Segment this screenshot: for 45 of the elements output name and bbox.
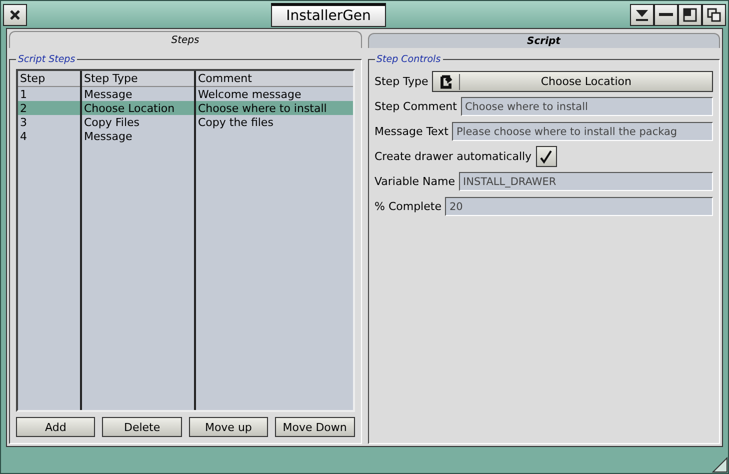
column-header: Step [18,71,81,86]
table-cell[interactable]: Copy Files [81,115,195,129]
table-cell[interactable]: Choose Location [81,101,195,115]
action-button[interactable]: Add [16,417,96,437]
action-button[interactable]: Delete [102,417,182,437]
close-button[interactable] [3,4,27,26]
minimize-icon [658,12,673,16]
step-type-cycle[interactable]: Choose Location [432,71,713,92]
input-field[interactable]: INSTALL_DRAWER [459,172,713,191]
field-label: % Complete [374,200,442,213]
tab[interactable]: Script [368,33,720,48]
action-button[interactable]: Move Down [275,417,354,437]
tab[interactable]: Steps [9,31,362,48]
field-label: Message Text [374,125,448,138]
depth-button[interactable] [702,4,726,26]
depth-icon [706,8,721,22]
checkmark-icon [540,150,552,164]
input-field[interactable]: 20 [445,197,713,216]
group-title: Script Steps [17,54,76,65]
field-label: Create drawer automatically [374,150,532,163]
resize-grip-icon[interactable] [712,457,728,473]
table-cell[interactable]: Welcome message [195,86,352,101]
table-cell[interactable]: 3 [18,115,81,129]
maximize-icon [682,8,697,22]
jump-button[interactable] [630,4,654,26]
maximize-button[interactable] [678,4,702,26]
table-cell[interactable]: Copy the files [195,115,352,129]
minimize-button[interactable] [654,4,678,26]
window-title: InstallerGen [271,2,386,26]
input-field[interactable]: Please choose where to install the packag [452,122,713,141]
close-icon [9,8,21,20]
input-field[interactable]: Choose where to install [460,97,713,116]
column-header: Step Type [81,71,195,86]
table-cell[interactable]: 4 [18,129,81,143]
group-title: Step Controls [376,54,442,65]
down-arrow-icon [634,8,649,20]
action-button[interactable]: Move up [188,417,268,437]
table-cell[interactable]: 2 [18,101,81,115]
table-cell[interactable]: Choose where to install [195,101,352,115]
table-cell[interactable]: Message [81,129,195,143]
checkbox[interactable] [536,146,557,167]
field-label: Step Type [374,75,428,88]
field-label: Step Comment [374,100,457,113]
column-header: Comment [195,71,352,86]
field-label: Variable Name [374,175,455,188]
